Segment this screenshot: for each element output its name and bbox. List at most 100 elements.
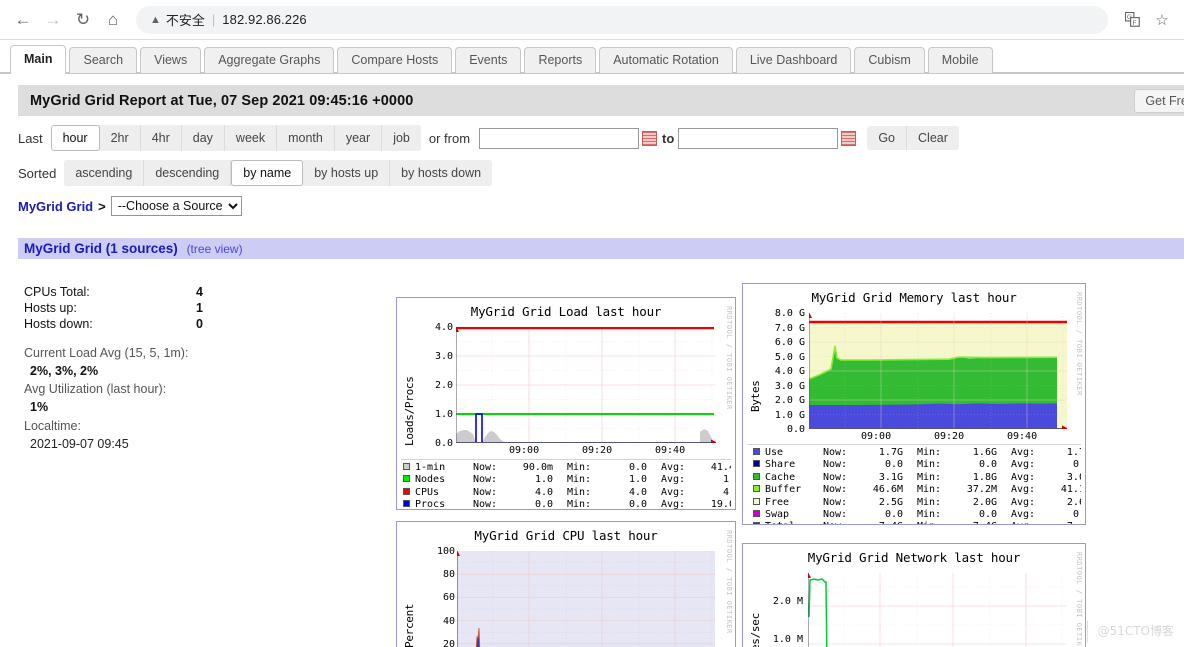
tab-mobile[interactable]: Mobile [927,47,993,73]
range-year[interactable]: year [334,125,383,151]
legend-avg: 0.0 [1072,509,1081,521]
legend-min: 1.0 [628,474,647,486]
to-date-input[interactable] [678,127,839,149]
graph-cpu[interactable]: MyGrid Grid CPU last hour RRDTOOL / TOBI… [396,521,736,647]
graph-memory[interactable]: MyGrid Grid Memory last hour RRDTOOL / T… [742,283,1086,525]
calendar-icon-from[interactable] [642,130,658,146]
graph-network-inner: MyGrid Grid Network last hour RRDTOOL / … [743,544,1085,647]
legend-now: 1.0 [534,474,553,486]
graph-memory-title: MyGrid Grid Memory last hour [811,290,1017,305]
tab-cubism[interactable]: Cubism [854,47,925,73]
graph-memory-yticks: 8.0 G 7.0 G 6.0 G 5.0 G 4.0 G 3.0 G 2.0 … [755,308,805,435]
hosts-down-value: 0 [196,317,203,331]
legend-swatch-swap [753,510,760,518]
go-button[interactable]: Go [867,126,908,150]
range-job[interactable]: job [382,125,421,151]
tab-live-dashboard[interactable]: Live Dashboard [735,47,852,73]
range-hour[interactable]: hour [50,125,100,151]
tab-search[interactable]: Search [69,47,138,73]
back-icon[interactable]: ← [8,5,38,35]
legend-now: 0.0 [884,459,903,471]
sort-by-hosts-down[interactable]: by hosts down [390,160,493,186]
source-select[interactable]: --Choose a Source [110,196,242,216]
home-icon[interactable]: ⌂ [98,5,128,35]
legend-label-now: Now: [823,459,848,471]
security-label: 不安全 [165,13,205,28]
rrdtool-watermark: RRDTOOL / TOBI OETIKER [725,306,733,410]
legend-avg: 41.4m [710,462,731,473]
forward-icon[interactable]: → [38,5,68,35]
graph-cpu-title: MyGrid Grid CPU last hour [474,528,658,543]
time-range-group: hour 2hr 4hr day week month year job [50,125,421,151]
graph-network[interactable]: MyGrid Grid Network last hour RRDTOOL / … [742,543,1086,647]
translate-icon-svg: G F [1124,12,1140,27]
legend-min: 1.6G [972,447,997,458]
range-month[interactable]: month [277,125,335,151]
legend-min: 4.0 [628,486,647,498]
ytick: 0.0 [434,438,453,449]
from-date-input[interactable] [479,127,640,149]
star-icon[interactable]: ☆ [1148,6,1176,34]
legend-row: ProcsNow:0.0Min:0.0Avg:19.0mMax:1.0 [403,499,731,510]
tab-main[interactable]: Main [10,45,67,74]
graph-network-yticks: 2.0 M 1.0 M 0.0 [755,596,803,647]
graph-memory-plot [809,313,1067,429]
legend-avg: 7.4G [1045,521,1081,524]
load-average-block: Current Load Avg (15, 5, 1m): 2%, 3%, 2%… [24,344,324,453]
range-week[interactable]: week [224,125,278,151]
tree-view-link[interactable]: (tree view) [187,242,243,256]
ytick: 4.0 [434,322,453,333]
legend-label-min: Min: [567,462,592,473]
rrdtool-watermark: RRDTOOL / TOBI OETIKER [725,530,733,634]
tab-aggregate-graphs[interactable]: Aggregate Graphs [204,47,335,73]
xtick: 09:00 [861,431,892,442]
legend-avg: 19.0m [710,499,731,510]
legend-label-now: Now: [473,462,498,473]
ytick: 60 [442,592,455,604]
legend-min: 0.0 [628,462,647,473]
legend-avg: 0.0 [1072,459,1081,471]
legend-label-now: Now: [823,484,848,496]
legend-avg: 3.0G [1066,471,1081,483]
go-clear-group: Go Clear [867,126,959,150]
tab-compare-hosts[interactable]: Compare Hosts [337,47,453,73]
range-day[interactable]: day [181,125,225,151]
legend-min: 7.4G [951,521,997,524]
ytick: 1.0 M [772,634,803,645]
tab-views[interactable]: Views [140,47,202,73]
sort-by-name[interactable]: by name [231,160,304,186]
legend-label-now: Now: [823,447,848,458]
page-title: MyGrid Grid Report at Tue, 07 Sep 2021 0… [30,92,414,109]
address-bar[interactable]: ▲ 不安全 | 182.92.86.226 [136,5,1108,34]
cpus-total-value: 4 [196,285,203,299]
sort-descending[interactable]: descending [144,160,232,186]
legend-now: 0.0 [884,509,903,521]
range-4hr[interactable]: 4hr [140,125,182,151]
sort-by-hosts-up[interactable]: by hosts up [303,160,391,186]
legend-name: 1-min [415,462,446,473]
ytick: 8.0 G [774,308,805,319]
sort-ascending[interactable]: ascending [64,160,145,186]
hosts-down-label: Hosts down: [24,317,93,331]
tab-automatic-rotation[interactable]: Automatic Rotation [599,47,733,73]
translate-icon[interactable]: G F [1118,6,1146,34]
graph-load[interactable]: MyGrid Grid Load last hour RRDTOOL / TOB… [396,297,736,510]
clear-button[interactable]: Clear [907,126,959,150]
breadcrumb-grid-link[interactable]: MyGrid Grid [18,199,93,214]
tab-events[interactable]: Events [455,47,522,73]
localtime-value: 2021-09-07 09:45 [30,436,129,451]
rrdtool-watermark: RRDTOOL / TOBI OETIKER [1075,292,1083,396]
legend-name: Use [765,447,784,458]
calendar-icon-to[interactable] [841,130,857,146]
reload-icon[interactable]: ↻ [68,5,98,35]
range-2hr[interactable]: 2hr [99,125,141,151]
tab-reports[interactable]: Reports [524,47,597,73]
graph-memory-inner: MyGrid Grid Memory last hour RRDTOOL / T… [743,284,1085,524]
graph-load-legend: 1-minNow:90.0mMin:0.0Avg:41.4mMax:500.0m… [403,462,731,510]
watermark-divider [1087,621,1088,643]
legend-label-min: Min: [917,496,942,508]
get-fresh-data-button[interactable]: Get Fresh [1134,88,1184,113]
controls-area: Last hour 2hr 4hr day week month year jo… [0,125,1184,216]
ytick: 80 [442,569,455,581]
sort-row: Sorted ascending descending by name by h… [18,160,1184,186]
